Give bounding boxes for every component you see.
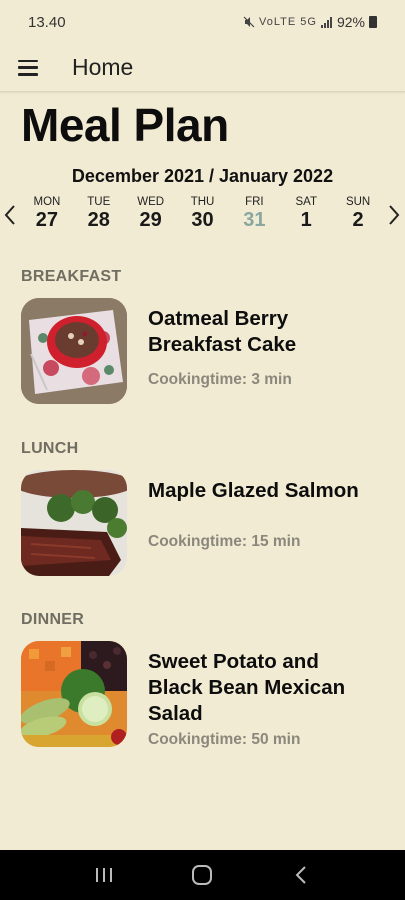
- mexican-salad-photo: [21, 641, 127, 747]
- day-name: TUE: [87, 196, 111, 208]
- app-bar: Home: [0, 44, 405, 92]
- day-tue[interactable]: TUE 28: [73, 194, 125, 232]
- chevron-right-icon[interactable]: [387, 204, 401, 226]
- meal-name-lunch: Maple Glazed Salmon: [148, 479, 359, 502]
- section-label-breakfast: BREAKFAST: [21, 268, 122, 285]
- system-nav-bar: [0, 850, 405, 900]
- day-wed[interactable]: WED 29: [125, 194, 177, 232]
- network-icon: VoLTE 5G: [259, 16, 317, 28]
- day-name: MON: [33, 196, 61, 208]
- day-name: SAT: [295, 196, 317, 208]
- battery-percent: 92%: [336, 14, 365, 30]
- section-label-lunch: LUNCH: [21, 440, 79, 457]
- day-number: 29: [139, 209, 162, 231]
- meal-card-breakfast[interactable]: Oatmeal Berry Breakfast Cake Cookingtime…: [21, 298, 391, 404]
- meal-card-lunch[interactable]: Maple Glazed Salmon Cookingtime: 15 min: [21, 470, 391, 576]
- mute-icon: [243, 16, 255, 28]
- month-range: December 2021 / January 2022: [71, 166, 334, 186]
- status-time: 13.40: [28, 13, 66, 31]
- recent-apps-icon[interactable]: [84, 860, 124, 890]
- salmon-photo: [21, 470, 127, 576]
- status-bar: 13.40 VoLTE 5G 92%: [0, 0, 405, 44]
- home-icon[interactable]: [182, 860, 222, 890]
- day-number: 2: [352, 209, 364, 231]
- day-name: FRI: [245, 196, 264, 208]
- cooking-time-dinner: Cookingtime: 50 min: [148, 731, 301, 748]
- cooking-time-lunch: Cookingtime: 15 min: [148, 533, 301, 550]
- app-bar-title: Home: [72, 54, 134, 80]
- status-indicators: VoLTE 5G 92%: [243, 14, 377, 30]
- day-fri-selected[interactable]: FRI 31: [228, 194, 280, 232]
- section-label-dinner: DINNER: [21, 611, 85, 628]
- back-icon[interactable]: [281, 860, 321, 890]
- day-thu[interactable]: THU 30: [177, 194, 229, 232]
- chevron-left-icon[interactable]: [3, 204, 17, 226]
- day-number: 1: [300, 209, 312, 231]
- day-name: WED: [137, 196, 165, 208]
- cooking-time-breakfast: Cookingtime: 3 min: [148, 371, 292, 388]
- meal-name-breakfast: Oatmeal Berry Breakfast Cake: [148, 307, 297, 356]
- battery-icon: [369, 16, 377, 28]
- day-number: 27: [35, 209, 59, 231]
- week-selector: MON 27 TUE 28 WED 29 THU 30 FRI 31 SAT 1…: [0, 194, 405, 244]
- day-sat[interactable]: SAT 1: [280, 194, 332, 232]
- signal-icon: [320, 16, 332, 28]
- day-name: SUN: [345, 196, 371, 208]
- day-name: THU: [190, 196, 215, 208]
- week-days: MON 27 TUE 28 WED 29 THU 30 FRI 31 SAT 1…: [21, 194, 384, 232]
- day-mon[interactable]: MON 27: [21, 194, 73, 232]
- hamburger-menu-icon[interactable]: [18, 59, 38, 76]
- meal-name-dinner: Sweet Potato and Black Bean Mexican Sala…: [148, 650, 346, 725]
- page-title: Meal Plan: [21, 99, 229, 151]
- oatmeal-cake-photo: [21, 298, 127, 404]
- day-number: 30: [191, 209, 214, 231]
- day-number: 28: [87, 209, 110, 231]
- day-sun[interactable]: SUN 2: [332, 194, 384, 232]
- day-number: 31: [243, 209, 266, 231]
- meal-card-dinner[interactable]: Sweet Potato and Black Bean Mexican Sala…: [21, 641, 391, 748]
